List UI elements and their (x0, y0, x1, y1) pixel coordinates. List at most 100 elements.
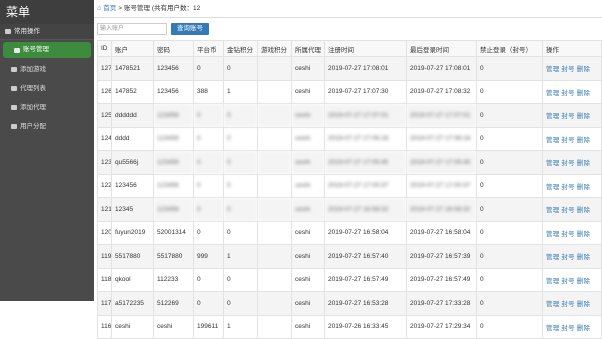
column-header: 禁止登录（封号） (476, 40, 543, 57)
breadcrumb-home[interactable]: 首页 (103, 0, 116, 18)
users-table: ID 账户 密码 平台币 金钻积分 游戏积分 所属代理 注册时间 最后登录时间 禁止登录（封号）操… (97, 40, 602, 339)
sidebar-item-2[interactable]: 代理列表 (0, 79, 94, 98)
cell-coins: 0 (193, 197, 224, 222)
cell-id: 124 (97, 126, 112, 151)
cell-ban: 0 (476, 314, 543, 339)
cell-diamond: 1 (223, 79, 258, 104)
cell-id: 125 (97, 103, 112, 128)
sidebar-item-4[interactable]: 用户分配 (0, 117, 94, 136)
table-body: 127 1478521 123456 0 0 ceshi 2019-07-27 17:08:… (97, 56, 602, 339)
cell-account: ceshi (111, 314, 154, 339)
column-header: 平台币 (193, 40, 224, 57)
cell-diamond: 0 (223, 291, 258, 316)
cell-account: fuyun2019 (111, 220, 154, 245)
row-actions[interactable]: 管理 封号 删除 (542, 244, 602, 269)
cell-id: 126 (97, 79, 112, 104)
cell-password: 112233 (153, 267, 194, 292)
cell-game (257, 126, 292, 151)
cell-reg: 2019-07-26 16:33:45 (324, 314, 407, 339)
cell-password: 123456 (153, 150, 194, 175)
cell-account: dddddd (111, 103, 154, 128)
search-input[interactable]: 输入账户 (97, 23, 167, 35)
cell-agent: ceshi (291, 244, 325, 269)
cell-game (257, 314, 292, 339)
cell-agent: ceshi (291, 291, 325, 316)
breadcrumb-current: 账号管理 (共有用户数：12 (124, 4, 201, 12)
row-actions[interactable]: 管理 封号 删除 (542, 291, 602, 316)
cell-agent: ceshi (291, 79, 325, 104)
search-button[interactable]: 查询账号 (171, 23, 209, 35)
row-actions[interactable]: 管理 封号 删除 (542, 150, 602, 175)
cell-reg: 2019-07-27 17:05:45 (324, 150, 407, 175)
table-row: 123 qu5566j 123456 0 0 ceshi 2019-07-27 17:05:… (97, 150, 602, 175)
cell-account: qu5566j (111, 150, 154, 175)
row-actions[interactable]: 管理 封号 删除 (542, 56, 602, 81)
cell-coins: 0 (193, 220, 224, 245)
sidebar-group[interactable]: 常用操作 (0, 24, 94, 40)
table-row: 122 123456 123456 0 0 ceshi 2019-07-27 17:00:3… (97, 173, 602, 198)
home-icon: ⌂ (97, 4, 102, 12)
cell-ban: 0 (476, 103, 543, 128)
cell-password: ceshi (153, 314, 194, 339)
cell-id: 127 (97, 56, 112, 81)
cell-agent: ceshi (291, 103, 325, 128)
table-row: 126 147852 123456 388 1 ceshi 2019-07-27 17:07… (97, 79, 602, 104)
row-actions[interactable]: 管理 封号 删除 (542, 79, 602, 104)
cell-coins: 0 (193, 56, 224, 81)
row-actions[interactable]: 管理 封号 删除 (542, 173, 602, 198)
cell-last: 2019-07-27 17:05:45 (406, 150, 477, 175)
cell-agent: ceshi (291, 126, 325, 151)
sidebar-title: 菜单 (0, 0, 94, 24)
cell-game (257, 79, 292, 104)
cell-last: 2019-07-27 16:57:39 (406, 244, 477, 269)
sidebar-item-3[interactable]: 添加代理 (0, 98, 94, 117)
list-icon (11, 86, 17, 91)
cell-id: 123 (97, 150, 112, 175)
cell-reg: 2019-07-27 16:57:40 (324, 244, 407, 269)
column-header: ID (97, 40, 112, 57)
cell-game (257, 173, 292, 198)
row-actions[interactable]: 管理 封号 删除 (542, 220, 602, 245)
cell-coins: 0 (193, 150, 224, 175)
row-actions[interactable]: 管理 封号 删除 (542, 314, 602, 339)
column-header: 密码 (153, 40, 194, 57)
sidebar-item-0[interactable]: 账号管理 (3, 42, 91, 58)
cell-coins: 0 (193, 267, 224, 292)
row-actions[interactable]: 管理 封号 删除 (542, 267, 602, 292)
cell-coins: 199611 (193, 314, 224, 339)
table-row: 124 dddd 123456 0 0 ceshi 2019-07-27 17:06:18 2… (97, 126, 602, 151)
cell-reg: 2019-07-27 16:53:28 (324, 291, 407, 316)
cell-game (257, 220, 292, 245)
cell-ban: 0 (476, 173, 543, 198)
column-header: 金钻积分 (223, 40, 258, 57)
cell-ban: 0 (476, 126, 543, 151)
table-header-row: ID 账户 密码 平台币 金钻积分 游戏积分 所属代理 注册时间 最后登录时间 禁止登录（封号）操… (97, 40, 602, 57)
cell-diamond: 0 (223, 267, 258, 292)
cell-last: 2019-07-27 16:57:49 (406, 267, 477, 292)
cell-reg: 2019-07-27 17:00:37 (324, 173, 407, 198)
cell-id: 121 (97, 197, 112, 222)
cell-account: qkool (111, 267, 154, 292)
cell-password: 512269 (153, 291, 194, 316)
list-icon (11, 105, 17, 110)
sidebar-item-1[interactable]: 添加游戏 (0, 60, 94, 79)
sidebar-item-label: 账号管理 (23, 46, 49, 53)
cell-last: 2019-07-27 17:00:37 (406, 173, 477, 198)
cell-coins: 388 (193, 79, 224, 104)
row-actions[interactable]: 管理 封号 删除 (542, 197, 602, 222)
cell-password: 123456 (153, 103, 194, 128)
cell-diamond: 0 (223, 103, 258, 128)
row-actions[interactable]: 管理 封号 删除 (542, 103, 602, 128)
sidebar-item-label: 用户分配 (20, 123, 46, 130)
cell-account: a5172235 (111, 291, 154, 316)
column-header: 操作 (542, 40, 602, 57)
table-row: 127 1478521 123456 0 0 ceshi 2019-07-27 17:08:… (97, 56, 602, 81)
cell-agent: ceshi (291, 56, 325, 81)
cell-agent: ceshi (291, 314, 325, 339)
row-actions[interactable]: 管理 封号 删除 (542, 126, 602, 151)
cell-id: 120 (97, 220, 112, 245)
cell-last: 2019-07-27 16:58:04 (406, 220, 477, 245)
cell-ban: 0 (476, 150, 543, 175)
cell-ban: 0 (476, 79, 543, 104)
cell-last: 2019-07-27 17:06:18 (406, 126, 477, 151)
